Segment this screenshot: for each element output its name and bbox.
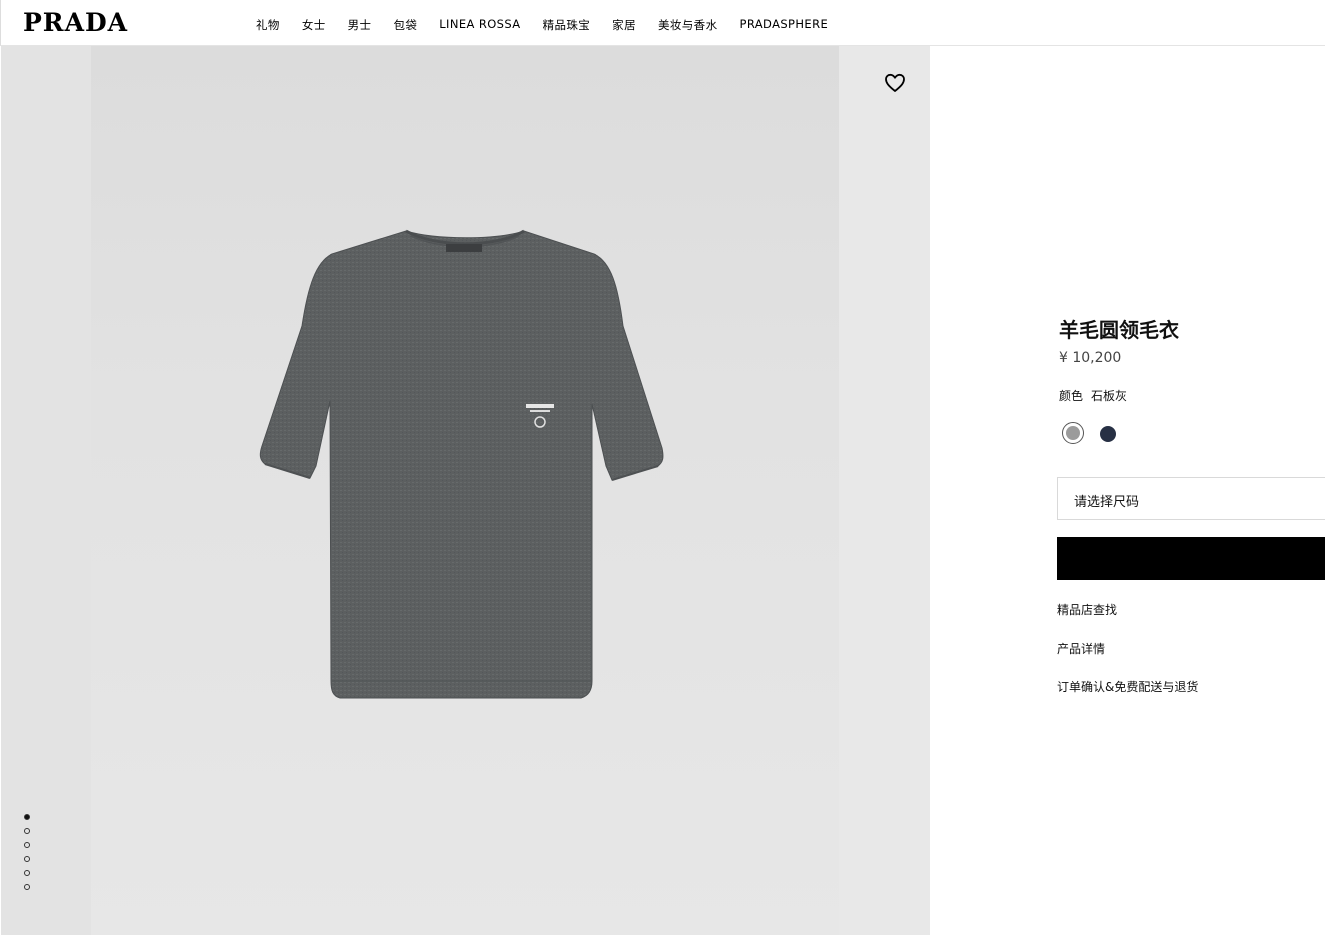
prada-logo[interactable]: PRADA: [23, 8, 128, 37]
swatch-slate-grey[interactable]: [1062, 422, 1084, 444]
nav-item-linea-rossa[interactable]: LINEA ROSSA: [439, 17, 520, 33]
product-price: ¥ 10,200: [1059, 350, 1122, 366]
gallery-pagination: [24, 814, 30, 898]
nav-item-beauty[interactable]: 美妆与香水: [658, 17, 718, 33]
color-value: 石板灰: [1091, 389, 1128, 403]
color-label: 颜色: [1059, 389, 1084, 403]
product-info-panel: 羊毛圆领毛衣 ¥ 10,200 颜色 石板灰 请选择尺码 精品店查找 产品详情 订…: [930, 46, 1325, 935]
gallery-dot[interactable]: [24, 856, 30, 862]
nav-item-bags[interactable]: 包袋: [393, 17, 417, 33]
color-selection: 颜色 石板灰: [1059, 387, 1127, 404]
gallery-dot[interactable]: [24, 828, 30, 834]
gallery-backdrop-right: [839, 46, 930, 935]
product-details-link[interactable]: 产品详情: [1057, 640, 1105, 657]
product-image-sweater: [259, 229, 664, 699]
gallery-dot[interactable]: [24, 884, 30, 890]
gallery-dot[interactable]: [24, 870, 30, 876]
nav-item-home[interactable]: 家居: [612, 17, 636, 33]
gallery-backdrop-left: [1, 46, 91, 935]
store-locator-link[interactable]: 精品店查找: [1057, 601, 1117, 618]
swatch-navy[interactable]: [1100, 426, 1116, 442]
shipping-returns-link[interactable]: 订单确认&免费配送与退货: [1057, 678, 1198, 695]
add-to-bag-button[interactable]: [1057, 537, 1325, 580]
site-header: PRADA 礼物 女士 男士 包袋 LINEA ROSSA 精品珠宝 家居 美妆…: [0, 0, 1325, 46]
nav-item-fine-jewelry[interactable]: 精品珠宝: [543, 17, 591, 33]
main-nav: 礼物 女士 男士 包袋 LINEA ROSSA 精品珠宝 家居 美妆与香水 PR…: [256, 17, 850, 33]
product-gallery[interactable]: [1, 46, 930, 935]
nav-item-men[interactable]: 男士: [348, 17, 372, 33]
size-select[interactable]: 请选择尺码: [1057, 477, 1325, 520]
nav-item-gifts[interactable]: 礼物: [256, 17, 280, 33]
gallery-dot[interactable]: [24, 814, 30, 820]
product-title: 羊毛圆领毛衣: [1059, 318, 1179, 342]
nav-item-women[interactable]: 女士: [302, 17, 326, 33]
gallery-dot[interactable]: [24, 842, 30, 848]
nav-item-pradasphere[interactable]: PRADASPHERE: [739, 17, 828, 33]
heart-icon[interactable]: [883, 71, 907, 95]
